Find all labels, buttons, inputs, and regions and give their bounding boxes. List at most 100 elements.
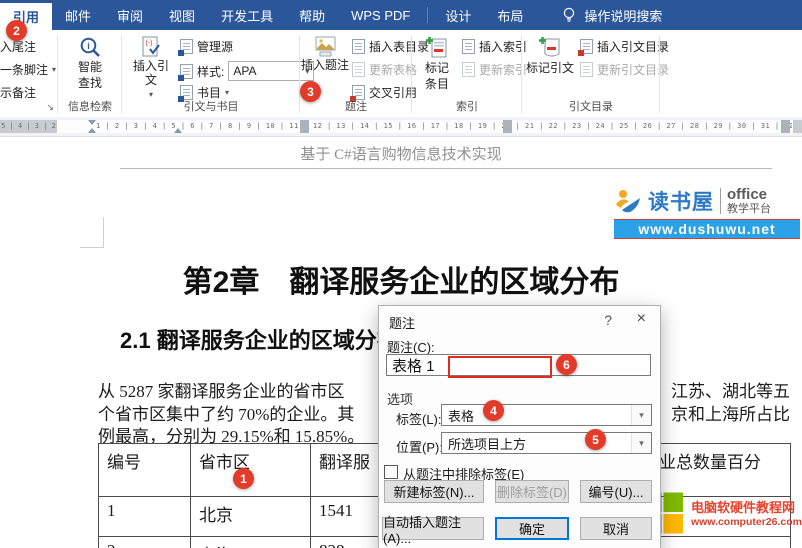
table-cell[interactable]: 2 [99, 537, 191, 548]
next-footnote-label: 一条脚注 [0, 61, 48, 78]
mark-citation-icon [538, 36, 562, 60]
ok-button[interactable]: 确定 [495, 517, 569, 540]
next-footnote-button[interactable]: 一条脚注 ▾ [0, 61, 56, 78]
caption-dialog: 题注 ? × 题注(C): 选项 标签(L): 表格 ▾ 位置(P): 所选项目… [378, 305, 661, 548]
table-header-cell[interactable]: 业总数量百分 [651, 444, 791, 497]
insert-caption-button[interactable]: 插入题注 [300, 36, 350, 73]
dialog-title: 题注 [389, 313, 415, 332]
tab-wps-pdf[interactable]: WPS PDF [338, 0, 423, 30]
insert-citation-button[interactable]: (-) 插入引文 ▾ [128, 36, 174, 99]
word-window: 引用 邮件 审阅 视图 开发工具 帮助 WPS PDF 设计 布局 操作说明搜索… [0, 0, 802, 548]
ruler-column-marker[interactable] [503, 120, 512, 133]
cancel-button[interactable]: 取消 [580, 517, 652, 540]
smart-lookup-label1: 智能 [78, 61, 102, 75]
table-cell[interactable]: 北京 [191, 497, 311, 537]
mark-entry-button[interactable]: 标记 条目 [416, 36, 458, 92]
close-icon[interactable]: × [637, 310, 646, 328]
group-label-citations: 引文与书目 [122, 98, 300, 114]
update-table-icon [352, 62, 365, 77]
ruler-bar: 5 | 4 | 3 | 2 | 1 1 | 2 | 3 | 4 | 5 | 6 … [0, 120, 802, 133]
ruler-column-marker[interactable] [300, 120, 309, 133]
table-of-figures-icon [352, 39, 365, 54]
group-label-research: 信息检索 [58, 98, 122, 114]
tell-me-search[interactable]: 操作说明搜索 [562, 0, 662, 30]
margin-corner-mark [80, 217, 104, 248]
tab-mailings[interactable]: 邮件 [52, 0, 104, 30]
tab-review[interactable]: 审阅 [104, 0, 156, 30]
divider [720, 188, 721, 214]
group-captions: 插入题注 插入表目录 更新表格 交叉引用 题注 [300, 30, 412, 117]
position-dropdown-value: 所选项目上方 [448, 434, 526, 453]
mark-entry-label2: 条目 [425, 78, 449, 92]
tab-view[interactable]: 视图 [156, 0, 208, 30]
group-index: 标记 条目 插入索引 更新索引 索引 [412, 30, 522, 117]
svg-text:i: i [87, 41, 90, 51]
group-footnotes: 入尾注 一条脚注 ▾ 示备注 ↘ [0, 30, 58, 117]
body-line2-right: 京和上海所占比 [671, 400, 790, 425]
update-index-button: 更新索引 [462, 61, 527, 78]
ruler[interactable]: 5 | 4 | 3 | 2 | 1 1 | 2 | 3 | 4 | 5 | 6 … [0, 117, 802, 137]
chevron-down-icon[interactable]: ▾ [631, 433, 651, 453]
mark-entry-label1: 标记 [425, 62, 449, 76]
ruler-column-marker[interactable] [781, 120, 790, 133]
update-table-button: 更新表格 [352, 61, 417, 78]
chapter-heading: 第2章 翻译服务企业的区域分布 [0, 257, 802, 301]
new-label-button[interactable]: 新建标签(N)... [384, 480, 484, 503]
ribbon: 入尾注 一条脚注 ▾ 示备注 ↘ i 智能 查找 信 [0, 30, 802, 118]
show-notes-button[interactable]: 示备注 [0, 84, 36, 101]
tab-divider [427, 7, 428, 23]
update-index-icon [462, 62, 475, 77]
group-citations: (-) 插入引文 ▾ 管理源 样式: APA ▾ 书目 [122, 30, 300, 117]
insert-index-button[interactable]: 插入索引 [462, 38, 527, 55]
annotation-step-4: 4 [483, 400, 504, 421]
dushuwu-url: www.dushuwu.net [614, 219, 800, 239]
autocaption-button[interactable]: 自动插入题注(A)... [382, 517, 484, 540]
label-dropdown-value: 表格 [448, 406, 474, 425]
annotation-step-5: 5 [585, 429, 606, 450]
annotation-step-2: 2 [6, 20, 27, 41]
chevron-down-icon[interactable]: ▾ [631, 405, 651, 425]
label-field-label: 标签(L): [396, 409, 442, 428]
citation-style-row: 样式: APA ▾ [180, 61, 314, 81]
picture-caption-icon [314, 36, 337, 57]
header-rule [120, 168, 772, 169]
annotation-highlight-rect [448, 356, 552, 378]
table-header-cell[interactable]: 编号 [99, 444, 191, 497]
ribbon-tab-bar: 引用 邮件 审阅 视图 开发工具 帮助 WPS PDF 设计 布局 操作说明搜索 [0, 0, 802, 30]
help-icon[interactable]: ? [604, 312, 612, 328]
manage-sources-button[interactable]: 管理源 [180, 38, 233, 55]
numbering-button[interactable]: 编号(U)... [580, 480, 652, 503]
tab-help[interactable]: 帮助 [286, 0, 338, 30]
computer26-url: www.computer26.com [691, 516, 802, 529]
citation-doc-icon: (-) [140, 36, 162, 58]
mark-citation-button[interactable]: 标记引文 [524, 36, 576, 76]
ruler-left-numbers: 5 | 4 | 3 | 2 | 1 [0, 120, 57, 133]
position-dropdown[interactable]: 所选项目上方 ▾ [441, 432, 652, 454]
group-label-index: 索引 [412, 98, 522, 114]
group-label-authorities: 引文目录 [522, 98, 660, 114]
exclude-label-checkbox[interactable] [384, 465, 398, 479]
show-notes-label: 示备注 [0, 84, 36, 101]
smart-lookup-button[interactable]: i 智能 查找 [63, 36, 117, 91]
tab-table-layout[interactable]: 布局 [484, 0, 536, 30]
table-cell[interactable] [651, 537, 791, 548]
dushuwu-watermark: 读书屋 office 教学平台 www.dushuwu.net [614, 186, 800, 239]
tab-table-design[interactable]: 设计 [432, 0, 484, 30]
table-cell[interactable]: 上海 [191, 537, 311, 548]
label-dropdown[interactable]: 表格 ▾ [441, 404, 652, 426]
table-cell[interactable]: 1 [99, 497, 191, 537]
insert-table-of-authorities-button[interactable]: 插入引文目录 [580, 38, 669, 55]
annotation-step-6: 6 [556, 354, 577, 375]
mark-citation-label: 标记引文 [526, 62, 574, 76]
hanging-indent-marker[interactable] [88, 128, 96, 133]
tab-developer[interactable]: 开发工具 [208, 0, 286, 30]
position-field-label: 位置(P): [396, 437, 443, 456]
svg-text:(-): (-) [146, 40, 153, 47]
indent-marker[interactable] [174, 128, 182, 133]
first-line-indent-marker[interactable] [88, 120, 96, 125]
dialog-launcher-icon[interactable]: ↘ [46, 102, 54, 113]
section-heading: 2.1 翻译服务企业的区域分布 [120, 323, 399, 355]
options-group-label: 选项 [387, 389, 413, 408]
annotation-step-1: 1 [233, 468, 254, 489]
update-authorities-icon [580, 62, 593, 77]
